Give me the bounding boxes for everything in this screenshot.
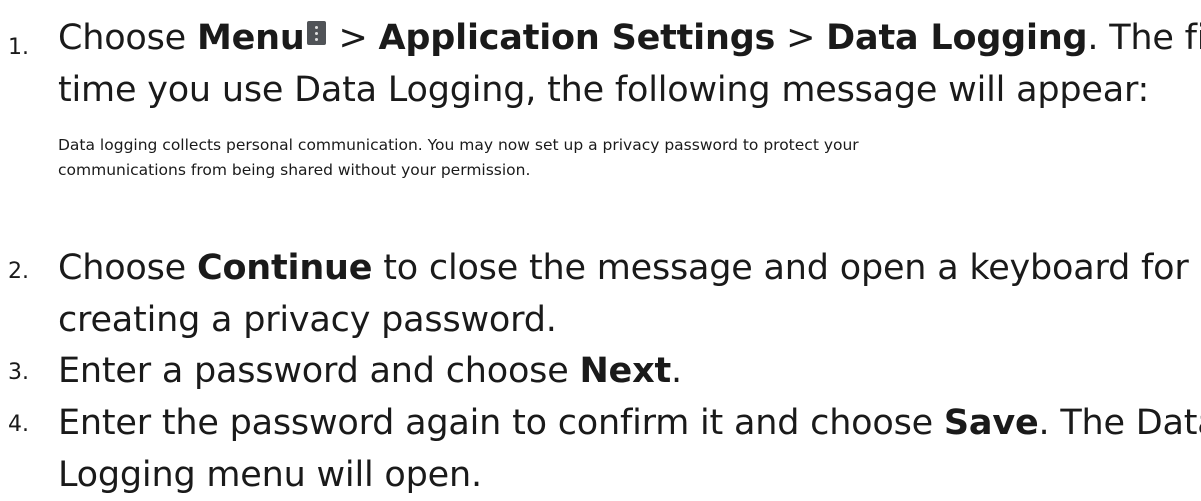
bold-term: Application Settings [379, 18, 776, 58]
text-run: Choose [58, 248, 197, 288]
step-line: time you use Data Logging, the following… [58, 64, 1197, 116]
step-text: Choose Menu > Application Settings > Dat… [58, 12, 1197, 116]
step-line: Choose Continue to close the message and… [58, 242, 1197, 294]
text-run: Logging menu will open. [58, 455, 482, 495]
text-run: . [671, 351, 682, 391]
message-line: Data logging collects personal communica… [58, 133, 1178, 158]
text-run: . The Data [1039, 403, 1201, 443]
step-number: 1. [8, 37, 29, 59]
text-run: > [328, 18, 379, 58]
step-text: Enter the password again to confirm it a… [58, 397, 1197, 501]
text-run: time you use Data Logging, the following… [58, 70, 1149, 110]
bold-term: Save [944, 403, 1039, 443]
text-run: . The first [1087, 18, 1201, 58]
bold-term: Next [579, 351, 671, 391]
text-run: Enter the password again to confirm it a… [58, 403, 944, 443]
step-line: Choose Menu > Application Settings > Dat… [58, 12, 1197, 64]
step-line: Logging menu will open. [58, 449, 1197, 501]
text-run: > [775, 18, 826, 58]
text-run: Enter a password and choose [58, 351, 579, 391]
message-line: communications from being shared without… [58, 158, 1178, 183]
step-line: creating a privacy password. [58, 294, 1197, 346]
step-number: 4. [8, 414, 29, 436]
bold-term: Continue [197, 248, 372, 288]
bold-term: Data Logging [826, 18, 1087, 58]
text-run: Choose [58, 18, 197, 58]
bold-term: Menu [197, 18, 305, 58]
step-text: Choose Continue to close the message and… [58, 242, 1197, 346]
step-number: 2. [8, 261, 29, 283]
step-text: Enter a password and choose Next. [58, 345, 1197, 397]
instruction-steps: 1. Choose Menu > Application Settings > … [0, 0, 1201, 459]
data-logging-message: Data logging collects personal communica… [58, 133, 1178, 183]
step-number: 3. [8, 362, 29, 384]
menu-icon [307, 21, 326, 45]
step-line: Enter the password again to confirm it a… [58, 397, 1197, 449]
step-line: Enter a password and choose Next. [58, 345, 1197, 397]
text-run: creating a privacy password. [58, 300, 557, 340]
text-run: to close the message and open a keyboard… [372, 248, 1188, 288]
